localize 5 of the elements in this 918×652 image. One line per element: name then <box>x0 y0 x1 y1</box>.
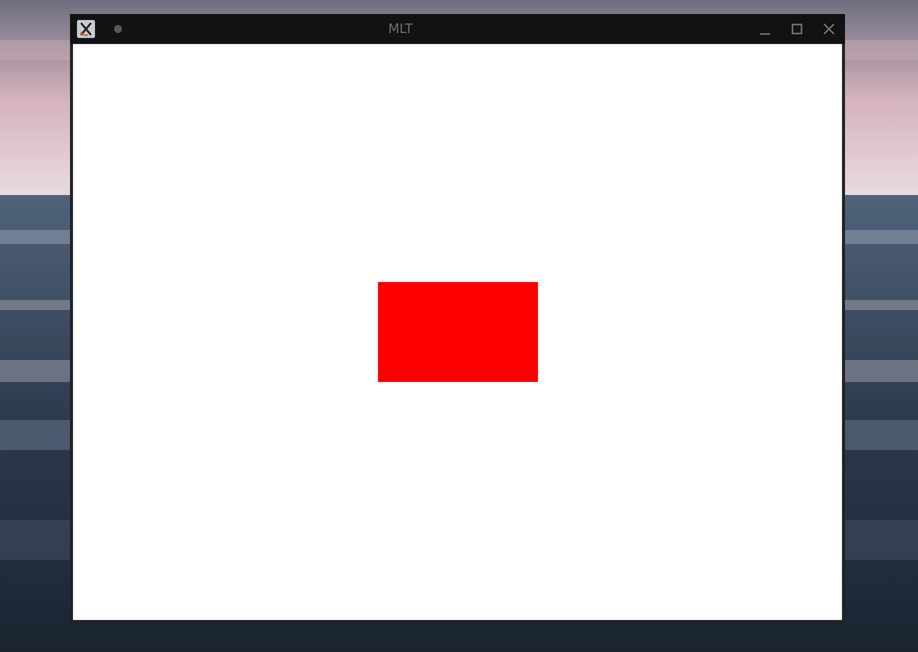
app-icon[interactable] <box>77 20 95 38</box>
close-icon[interactable] <box>823 23 835 35</box>
maximize-icon[interactable] <box>791 23 803 35</box>
window-title: MLT <box>387 22 414 36</box>
pin-icon[interactable] <box>114 25 122 33</box>
